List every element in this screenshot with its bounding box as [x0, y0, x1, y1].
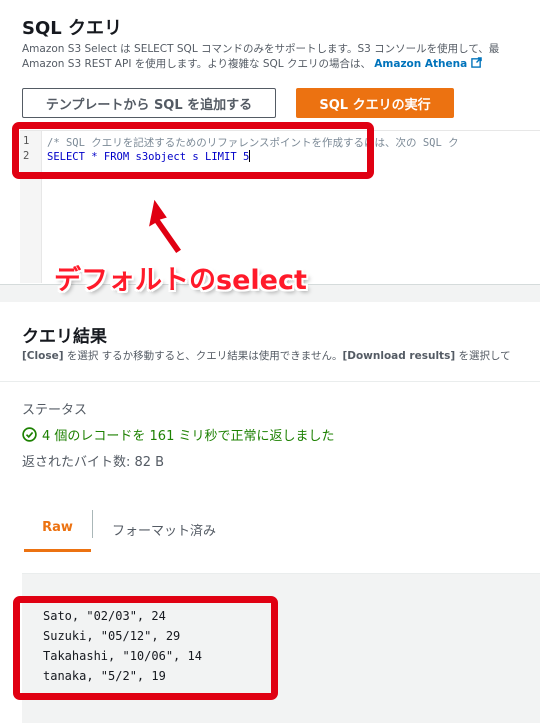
sql-panel-description: Amazon S3 Select は SELECT SQL コマンドのみをサポー… — [22, 42, 540, 72]
bytes-returned: 返されたバイト数: 82 B — [22, 455, 165, 470]
download-keyword: [Download results] — [342, 350, 456, 362]
tab-divider — [92, 510, 93, 538]
status-label: ステータス — [22, 403, 88, 418]
status-text: 4 個のレコードを 161 ミリ秒で正常に返しました — [42, 429, 335, 444]
tab-raw[interactable]: Raw — [24, 506, 91, 552]
success-check-icon — [22, 427, 37, 442]
sql-desc-line-2-text: Amazon S3 REST API を使用します。より複雑な SQL クエリの… — [22, 58, 371, 70]
results-title: クエリ結果 — [22, 327, 107, 347]
add-sql-from-template-button[interactable]: テンプレートから SQL を追加する — [22, 88, 276, 118]
annotation-highlight-box — [12, 122, 374, 179]
sql-panel-title: SQL クエリ — [22, 18, 123, 39]
results-description: [Close] を選択 するか移動すると、クエリ結果は使用できません。[Down… — [22, 348, 511, 363]
annotation-arrow-icon — [146, 196, 184, 256]
run-sql-query-button[interactable]: SQL クエリの実行 — [296, 88, 454, 118]
athena-link[interactable]: Amazon Athena — [374, 58, 467, 70]
results-desc-end: を選択して — [455, 350, 511, 362]
status-message: 4 個のレコードを 161 ミリ秒で正常に返しました — [22, 425, 334, 444]
annotation-label: デフォルトのselect — [54, 265, 307, 296]
results-header: クエリ結果 [Close] を選択 するか移動すると、クエリ結果は使用できません… — [0, 302, 540, 382]
sql-desc-line-2: Amazon S3 REST API を使用します。より複雑な SQL クエリの… — [22, 57, 540, 72]
results-highlight-box — [13, 596, 278, 700]
sql-desc-line-1: Amazon S3 Select は SELECT SQL コマンドのみをサポー… — [22, 43, 500, 55]
tab-formatted[interactable]: フォーマット済み — [112, 506, 216, 552]
results-desc-mid: を選択 するか移動すると、クエリ結果は使用できません。 — [63, 350, 343, 362]
close-keyword: [Close] — [22, 350, 64, 362]
external-link-icon[interactable] — [471, 57, 482, 68]
